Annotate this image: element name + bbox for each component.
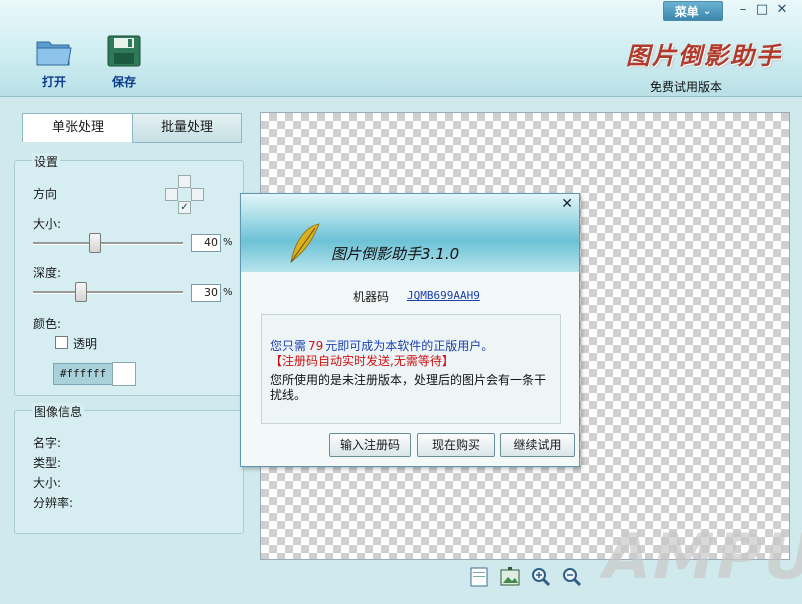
image-type-label: 类型: (33, 456, 62, 470)
maximize-icon: □ (755, 2, 769, 17)
transparent-checkbox[interactable] (55, 336, 68, 349)
image-info-title: 图像信息 (32, 403, 85, 420)
depth-input[interactable]: 30 (191, 284, 221, 302)
buy-now-button[interactable]: 现在购买 (417, 433, 495, 457)
watermark: AMPUN (603, 520, 802, 593)
price-prefix: 您只需 (270, 339, 307, 353)
instant-delivery-note: 【注册码自动实时发送,无需等待】 (270, 354, 454, 368)
image-resolution-label: 分辨率: (33, 496, 74, 510)
enter-code-button[interactable]: 输入注册码 (329, 433, 411, 457)
direction-down[interactable]: ✓ (178, 201, 191, 214)
floppy-disk-icon (107, 35, 141, 67)
image-icon (500, 567, 520, 586)
close-icon: ✕ (776, 2, 788, 17)
close-button[interactable]: ✕ (774, 2, 790, 18)
direction-label: 方向 (33, 187, 58, 201)
zoom-in-icon (532, 568, 551, 587)
direction-right[interactable] (191, 188, 204, 201)
zoom-in-button[interactable] (530, 566, 552, 588)
registration-dialog: 图片倒影助手3.1.0 ✕ 机器码 JQMB699AAH9 您只需 79 元即可成为… (240, 193, 580, 467)
open-button[interactable]: 打开 (32, 34, 76, 90)
transparent-label: 透明 (73, 337, 98, 351)
size-slider-thumb[interactable] (89, 233, 101, 253)
minimize-button[interactable]: – (735, 2, 751, 18)
save-button[interactable]: 保存 (102, 34, 146, 90)
maximize-button[interactable]: □ (754, 2, 770, 18)
settings-panel: 设置 方向 ✓ 大小: 40 % 深度: 30 % 颜色: 透明 #ffffff (14, 153, 244, 396)
edition-label: 免费试用版本 (650, 80, 723, 94)
depth-slider[interactable] (33, 291, 183, 294)
price-value: 79 (308, 339, 324, 353)
open-label: 打开 (41, 75, 66, 89)
size-label: 大小: (33, 217, 62, 231)
page-icon (470, 567, 488, 587)
chevron-down-icon: ⌄ (702, 5, 712, 17)
machine-code-link[interactable]: JQMB699AAH9 (407, 289, 480, 302)
size-unit: % (223, 237, 233, 248)
dialog-title: 图片倒影助手3.1.0 (331, 245, 460, 263)
color-code: #ffffff (53, 363, 113, 385)
check-icon: ✓ (180, 202, 189, 213)
settings-title: 设置 (32, 153, 61, 170)
machine-code-label: 机器码 (353, 290, 390, 304)
menu-label: 菜单 (674, 4, 699, 19)
size-slider[interactable] (33, 242, 183, 245)
color-label: 颜色: (33, 317, 62, 331)
app-window: 打开 保存 菜单 ⌄ – □ ✕ 图片倒影助手 免费试用版本 单张处理 批量处理… (0, 0, 802, 604)
depth-slider-thumb[interactable] (75, 282, 87, 302)
menu-button[interactable]: 菜单 ⌄ (663, 1, 723, 21)
actual-size-button[interactable] (499, 566, 521, 588)
minimize-icon: – (739, 2, 747, 17)
depth-label: 深度: (33, 266, 62, 280)
dialog-close-icon[interactable]: ✕ (561, 197, 573, 211)
save-label: 保存 (111, 75, 136, 89)
zoom-out-button[interactable] (561, 566, 583, 588)
size-input[interactable]: 40 (191, 234, 221, 252)
color-picker-button[interactable] (112, 362, 136, 386)
depth-unit: % (223, 287, 233, 298)
fit-page-button[interactable] (468, 566, 490, 588)
unregistered-note: 您所使用的是未注册版本，处理后的图片会有一条干扰线。 (270, 373, 547, 402)
image-size-label: 大小: (33, 476, 62, 490)
direction-up[interactable] (178, 175, 191, 188)
direction-picker: ✓ (165, 175, 204, 214)
folder-icon (36, 41, 72, 66)
header-toolbar: 打开 保存 菜单 ⌄ – □ ✕ 图片倒影助手 免费试用版本 (0, 0, 802, 97)
feather-icon (290, 223, 320, 263)
mode-tabs: 单张处理 批量处理 (22, 113, 242, 143)
dialog-banner: 图片倒影助手3.1.0 ✕ (241, 194, 579, 272)
price-suffix: 元即可成为本软件的正版用户。 (325, 339, 494, 353)
tab-single[interactable]: 单张处理 (22, 113, 134, 142)
tab-batch[interactable]: 批量处理 (132, 113, 242, 143)
continue-trial-button[interactable]: 继续试用 (500, 433, 575, 457)
zoom-out-icon (563, 568, 582, 587)
message-box: 您只需 79 元即可成为本软件的正版用户。 【注册码自动实时发送,无需等待】 您所使… (261, 314, 561, 424)
image-info-panel: 图像信息 名字: 类型: 大小: 分辨率: (14, 403, 244, 534)
image-name-label: 名字: (33, 436, 62, 450)
direction-left[interactable] (165, 188, 178, 201)
app-logo: 图片倒影助手 (626, 41, 782, 70)
